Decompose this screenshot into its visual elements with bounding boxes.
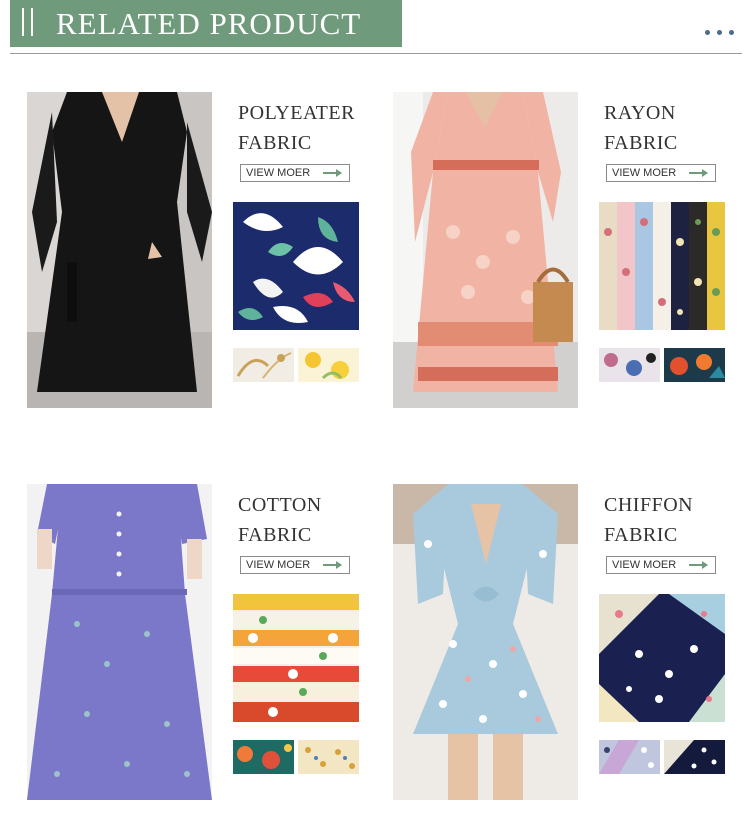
section-header-banner: RELATED PRODUCT bbox=[10, 0, 402, 47]
fabric-swatch-main[interactable] bbox=[233, 202, 359, 330]
fabric-swatch-thumb[interactable] bbox=[298, 740, 359, 774]
fabric-swatch-thumb[interactable] bbox=[599, 740, 660, 774]
product-card-cotton[interactable]: COTTON FABRIC VIEW MOER bbox=[27, 484, 367, 802]
view-more-label: VIEW MOER bbox=[246, 167, 311, 179]
product-card-chiffon[interactable]: CHIFFON FABRIC VIEW MOER bbox=[393, 484, 733, 802]
fabric-swatch-main[interactable] bbox=[599, 202, 725, 330]
double-bar-icon bbox=[22, 8, 36, 36]
fabric-swatch-thumb[interactable] bbox=[664, 740, 725, 774]
view-more-button[interactable]: VIEW MOER bbox=[606, 556, 716, 574]
view-more-button[interactable]: VIEW MOER bbox=[240, 556, 350, 574]
fabric-swatch-thumb[interactable] bbox=[298, 348, 359, 382]
view-more-button[interactable]: VIEW MOER bbox=[240, 164, 350, 182]
arrow-right-icon bbox=[689, 561, 708, 569]
product-title: POLYEATER FABRIC bbox=[238, 98, 355, 158]
black-dress-photo[interactable] bbox=[27, 92, 212, 408]
product-type: FABRIC bbox=[604, 132, 678, 154]
fabric-swatch-thumb[interactable] bbox=[599, 348, 660, 382]
purple-dress-photo[interactable] bbox=[27, 484, 212, 800]
product-name: RAYON bbox=[604, 102, 676, 124]
more-dots-icon[interactable] bbox=[705, 30, 745, 38]
fabric-swatch-thumb[interactable] bbox=[664, 348, 725, 382]
product-type: FABRIC bbox=[238, 524, 312, 546]
view-more-label: VIEW MOER bbox=[612, 559, 677, 571]
product-title: CHIFFON FABRIC bbox=[604, 490, 693, 550]
fabric-swatch-thumb[interactable] bbox=[233, 740, 294, 774]
blue-floral-dress-photo[interactable] bbox=[393, 484, 578, 800]
view-more-button[interactable]: VIEW MOER bbox=[606, 164, 716, 182]
fabric-swatch-thumb[interactable] bbox=[233, 348, 294, 382]
arrow-right-icon bbox=[323, 561, 342, 569]
fabric-swatch-main[interactable] bbox=[233, 594, 359, 722]
header-divider bbox=[10, 53, 742, 54]
view-more-label: VIEW MOER bbox=[612, 167, 677, 179]
product-name: COTTON bbox=[238, 494, 322, 516]
product-name: POLYEATER bbox=[238, 102, 355, 124]
fabric-swatch-main[interactable] bbox=[599, 594, 725, 722]
section-title: RELATED PRODUCT bbox=[56, 6, 362, 41]
product-type: FABRIC bbox=[238, 132, 312, 154]
product-type: FABRIC bbox=[604, 524, 678, 546]
arrow-right-icon bbox=[323, 169, 342, 177]
floral-dress-photo[interactable] bbox=[393, 92, 578, 408]
product-card-rayon[interactable]: RAYON FABRIC VIEW MOER bbox=[393, 92, 733, 410]
arrow-right-icon bbox=[689, 169, 708, 177]
product-card-polyester[interactable]: POLYEATER FABRIC VIEW MOER bbox=[27, 92, 367, 410]
view-more-label: VIEW MOER bbox=[246, 559, 311, 571]
product-title: RAYON FABRIC bbox=[604, 98, 678, 158]
product-name: CHIFFON bbox=[604, 494, 694, 516]
product-title: COTTON FABRIC bbox=[238, 490, 322, 550]
